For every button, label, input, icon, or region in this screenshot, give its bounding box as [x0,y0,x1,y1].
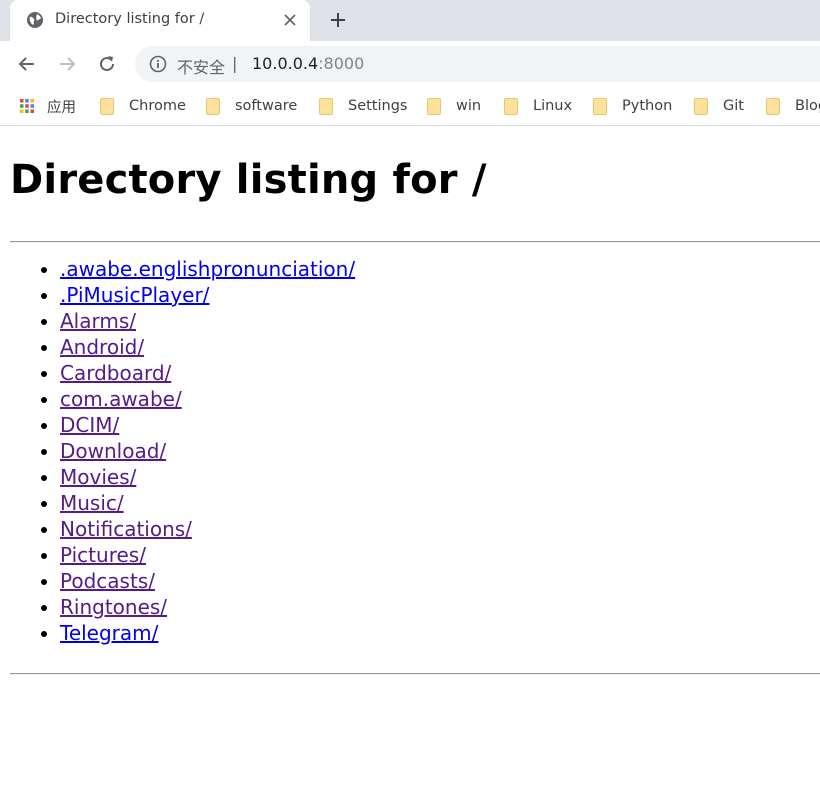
directory-link[interactable]: Notifications/ [60,517,192,541]
bookmark-folder-chrome[interactable]: Chrome [100,95,186,117]
bookmark-folder-git[interactable]: Git [694,95,744,117]
new-tab-button[interactable] [326,8,350,32]
bookmark-folder-linux[interactable]: Linux [504,95,572,117]
page-title: Directory listing for / [10,157,487,203]
directory-link[interactable]: Music/ [60,491,124,515]
tab-title: Directory listing for / [55,11,205,27]
omnibox-separator: | [232,54,238,73]
bookmark-folder-win[interactable]: win [427,95,481,117]
address-bar[interactable]: 不安全 | 10.0.0.4:8000 [135,46,820,82]
list-item: com.awabe/ [60,386,355,412]
active-tab[interactable]: Directory listing for / [10,0,310,41]
bookmark-folder-settings[interactable]: Settings [319,95,407,117]
apps-grid-icon [20,99,34,113]
directory-link[interactable]: Podcasts/ [60,569,155,593]
arrow-left-icon [18,57,34,71]
security-label: 不安全 [177,58,226,77]
directory-link[interactable]: DCIM/ [60,413,119,437]
folder-icon [766,97,780,115]
back-button[interactable] [14,51,40,77]
bottom-divider [10,673,820,675]
directory-list: .awabe.englishpronunciation/.PiMusicPlay… [0,256,355,646]
bookmark-label: Git [723,98,744,114]
tab-strip: Directory listing for / [0,0,820,41]
list-item: Ringtones/ [60,594,355,620]
bookmark-folder-python[interactable]: Python [593,95,672,117]
directory-link[interactable]: Android/ [60,335,144,359]
directory-link[interactable]: Pictures/ [60,543,146,567]
list-item: .awabe.englishpronunciation/ [60,256,355,282]
list-item: DCIM/ [60,412,355,438]
folder-icon [593,97,607,115]
directory-link[interactable]: Alarms/ [60,309,136,333]
bookmarks-bar: 应用 Chrome software Settings win Linux Py… [0,87,820,126]
list-item: Download/ [60,438,355,464]
list-item: .PiMusicPlayer/ [60,282,355,308]
bookmark-folder-blog[interactable]: Blog [766,95,820,117]
url-text[interactable]: 10.0.0.4:8000 [252,54,364,73]
globe-icon [27,12,43,28]
bookmark-label: win [456,98,482,114]
folder-icon [427,97,441,115]
bookmark-folder-software[interactable]: software [206,95,297,117]
list-item: Music/ [60,490,355,516]
directory-link[interactable]: Download/ [60,439,166,463]
folder-icon [319,97,333,115]
plus-icon [331,13,345,27]
list-item: Podcasts/ [60,568,355,594]
folder-icon [694,97,708,115]
page-content: Directory listing for / .awabe.englishpr… [0,127,820,788]
bookmark-label: 应用 [47,99,76,116]
folder-icon [206,97,220,115]
url-port: :8000 [318,54,365,73]
list-item: Notifications/ [60,516,355,542]
list-item: Cardboard/ [60,360,355,386]
bookmark-label: software [235,98,298,114]
folder-icon [100,97,114,115]
bookmark-label: Python [622,98,673,114]
top-divider [10,241,820,243]
forward-button[interactable] [54,51,80,77]
directory-link[interactable]: .PiMusicPlayer/ [60,283,209,307]
directory-link[interactable]: Cardboard/ [60,361,171,385]
directory-link[interactable]: com.awabe/ [60,387,182,411]
reload-button[interactable] [94,51,120,77]
reload-icon [100,56,114,71]
toolbar: 不安全 | 10.0.0.4:8000 [0,41,820,87]
list-item: Movies/ [60,464,355,490]
directory-link[interactable]: Telegram/ [60,621,158,645]
bookmark-label: Blog [795,98,820,114]
directory-link[interactable]: .awabe.englishpronunciation/ [60,257,355,281]
directory-link[interactable]: Ringtones/ [60,595,167,619]
list-item: Alarms/ [60,308,355,334]
arrow-right-icon [60,57,76,71]
list-item: Telegram/ [60,620,355,646]
close-tab-icon[interactable] [281,11,299,29]
folder-icon [504,97,518,115]
info-icon[interactable] [148,54,168,74]
url-host: 10.0.0.4 [252,54,319,73]
directory-link[interactable]: Movies/ [60,465,136,489]
list-item: Pictures/ [60,542,355,568]
list-item: Android/ [60,334,355,360]
bookmark-label: Chrome [129,98,186,114]
bookmark-label: Settings [348,98,408,114]
bookmark-label: Linux [533,98,573,114]
bookmark-apps[interactable]: 应用 [19,95,76,117]
